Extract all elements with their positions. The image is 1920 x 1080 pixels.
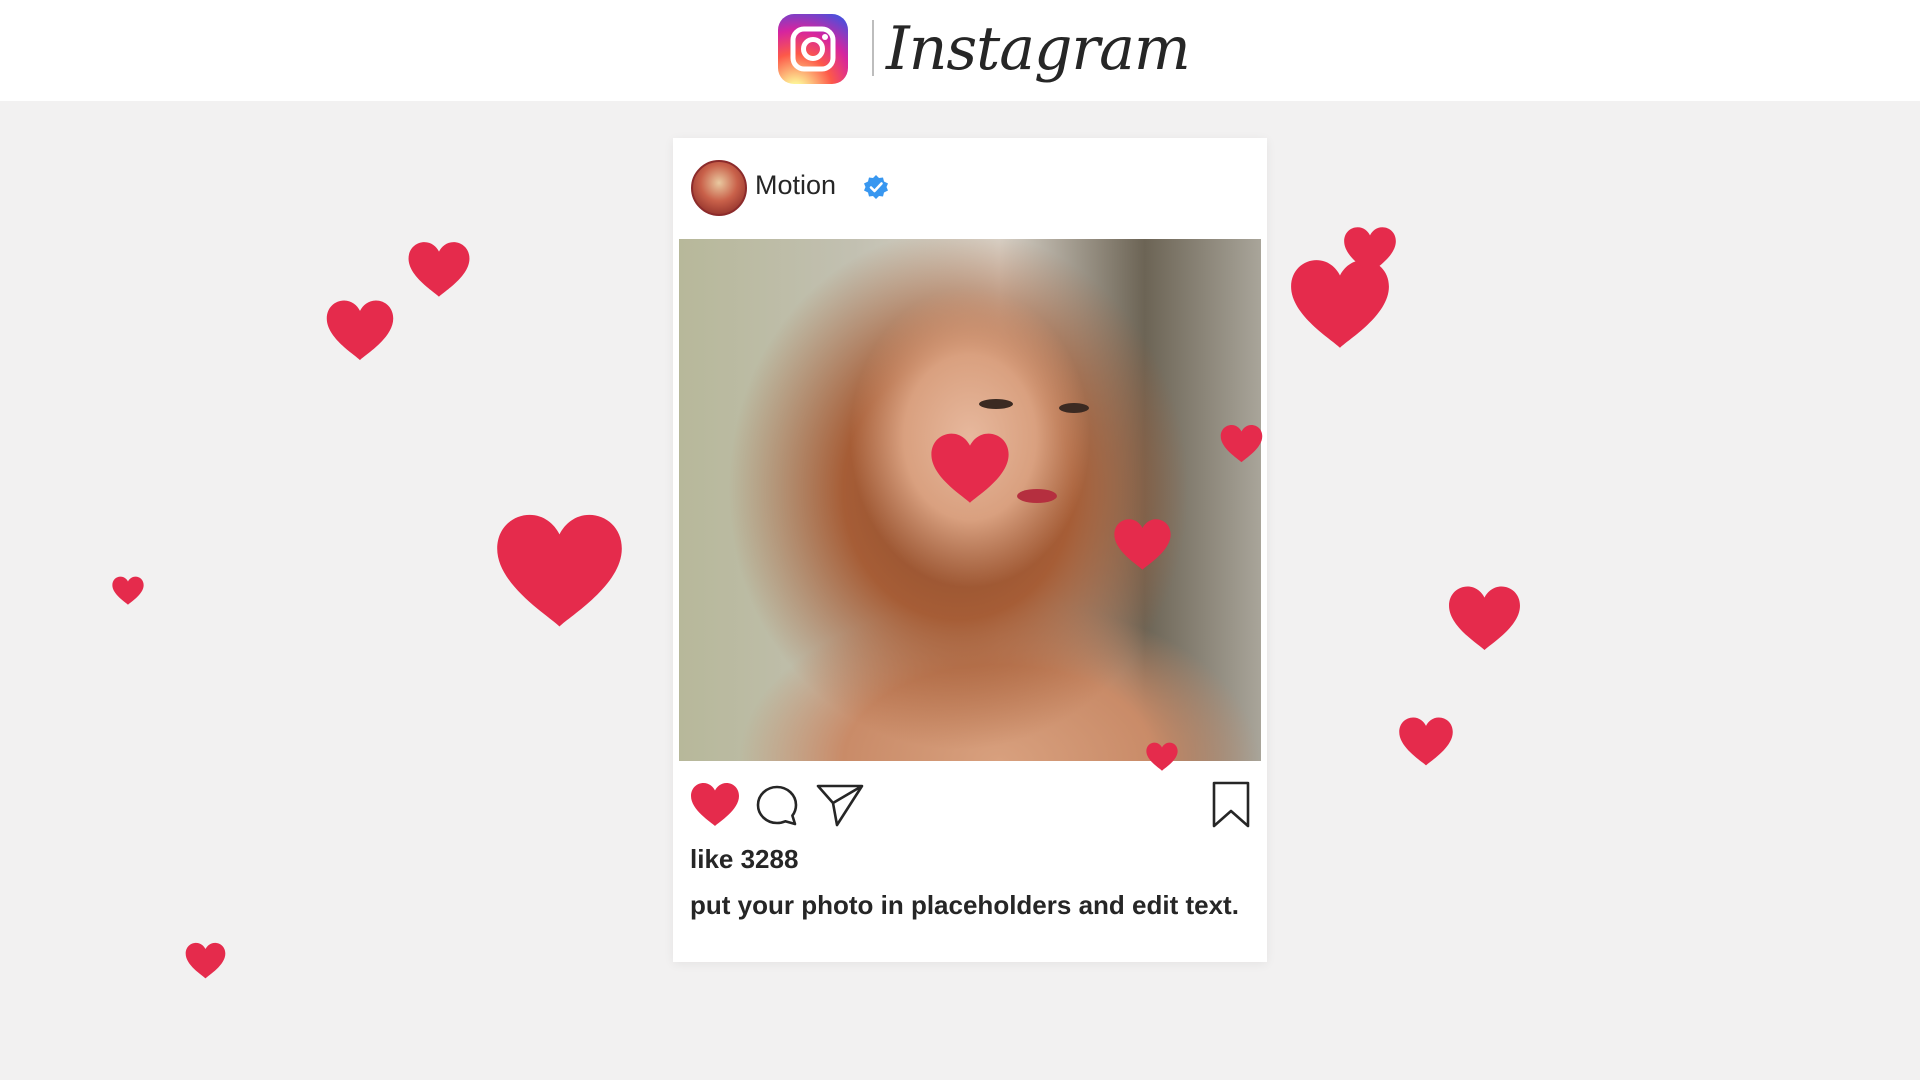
send-icon[interactable]: [815, 782, 865, 828]
instagram-logo-icon[interactable]: [778, 14, 848, 84]
floating-heart-icon: [326, 300, 394, 361]
likes-count: like 3288: [690, 844, 799, 874]
header-divider: [872, 20, 874, 76]
floating-heart-icon: [497, 514, 622, 627]
floating-heart-icon: [185, 942, 226, 979]
floating-heart-icon: [408, 242, 470, 297]
instagram-wordmark: Instagram: [886, 14, 1191, 84]
floating-heart-icon: [112, 576, 144, 605]
verified-badge-icon: [864, 175, 888, 199]
floating-heart-icon: [1344, 227, 1396, 274]
avatar[interactable]: [691, 160, 747, 216]
photo-detail: [1017, 489, 1057, 503]
floating-heart-icon: [931, 433, 1009, 503]
photo-detail: [979, 399, 1013, 409]
floating-heart-icon: [1449, 586, 1520, 651]
post-caption: put your photo in placeholders and edit …: [690, 890, 1239, 920]
post-card: Motion like 3288 put your photo in place…: [673, 138, 1267, 962]
post-actions: [673, 778, 1267, 834]
photo-detail: [1059, 403, 1089, 413]
floating-heart-icon: [1220, 424, 1263, 463]
post-username[interactable]: Motion: [755, 170, 836, 201]
floating-heart-icon: [1399, 717, 1453, 766]
top-bar: Instagram: [0, 0, 1920, 101]
heart-icon[interactable]: [689, 782, 741, 828]
floating-heart-icon: [1146, 742, 1178, 771]
floating-heart-icon: [1114, 519, 1171, 570]
bookmark-icon[interactable]: [1211, 780, 1251, 830]
comment-icon[interactable]: [755, 784, 799, 828]
